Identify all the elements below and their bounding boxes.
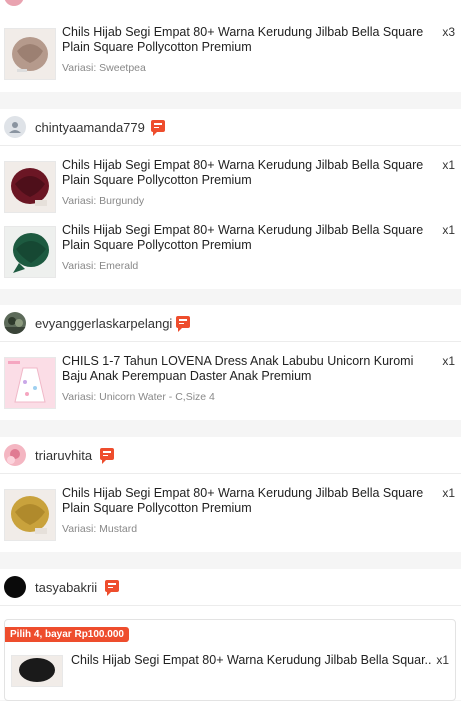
- order-item[interactable]: Chils Hijab Segi Empat 80+ Warna Kerudun…: [0, 158, 461, 220]
- chat-icon[interactable]: [105, 580, 119, 596]
- item-quantity: x1: [442, 223, 455, 237]
- order-card-2: Chils Hijab Segi Empat 80+ Warna Kerudun…: [0, 146, 461, 289]
- order-item[interactable]: Chils Hijab Segi Empat 80+ Warna Kerudun…: [0, 486, 461, 548]
- avatar[interactable]: [4, 576, 26, 598]
- order-header: triaruvhita: [0, 437, 461, 473]
- item-quantity: x1: [436, 653, 449, 667]
- username[interactable]: chintyaamanda779: [35, 120, 145, 135]
- avatar[interactable]: [4, 444, 26, 466]
- item-quantity: x1: [442, 354, 455, 368]
- order-item[interactable]: Chils Hijab Segi Empat 80+ Warna Kerudun…: [5, 653, 455, 693]
- order-card-1: Chils Hijab Segi Empat 80+ Warna Kerudun…: [0, 0, 461, 92]
- product-thumbnail: [4, 489, 56, 541]
- item-variation: Variasi: Burgundy: [62, 195, 145, 207]
- product-title: Chils Hijab Segi Empat 80+ Warna Kerudun…: [62, 223, 424, 252]
- chat-icon[interactable]: [100, 448, 114, 464]
- product-thumbnail: [11, 655, 63, 687]
- chat-icon[interactable]: [151, 120, 165, 136]
- order-header: evyanggerlaskarpelangi: [0, 305, 461, 341]
- order-item[interactable]: CHILS 1-7 Tahun LOVENA Dress Anak Labubu…: [0, 354, 461, 416]
- product-thumbnail: [4, 357, 56, 409]
- bundle-promo-box: Pilih 4, bayar Rp100.000 Chils Hijab Seg…: [4, 619, 456, 701]
- product-thumbnail: [4, 226, 56, 278]
- product-title: Chils Hijab Segi Empat 80+ Warna Kerudun…: [62, 158, 424, 187]
- username[interactable]: triaruvhita: [35, 448, 92, 463]
- product-title: CHILS 1-7 Tahun LOVENA Dress Anak Labubu…: [62, 354, 414, 383]
- order-header: tasyabakrii: [0, 569, 461, 605]
- avatar[interactable]: [4, 312, 26, 334]
- avatar[interactable]: [4, 0, 24, 6]
- order-item[interactable]: Chils Hijab Segi Empat 80+ Warna Kerudun…: [0, 223, 461, 285]
- item-quantity: x1: [442, 486, 455, 500]
- item-quantity: x3: [442, 25, 455, 39]
- product-title: Chils Hijab Segi Empat 80+ Warna Kerudun…: [62, 486, 424, 515]
- username[interactable]: evyanggerlaskarpelangi: [35, 316, 172, 331]
- promo-badge: Pilih 4, bayar Rp100.000: [5, 627, 129, 642]
- chat-icon[interactable]: [176, 316, 190, 332]
- order-card-3: CHILS 1-7 Tahun LOVENA Dress Anak Labubu…: [0, 342, 461, 420]
- item-variation: Variasi: Mustard: [62, 523, 138, 535]
- item-variation: Variasi: Sweetpea: [62, 62, 146, 74]
- product-thumbnail: [4, 161, 56, 213]
- username[interactable]: tasyabakrii: [35, 580, 97, 595]
- product-thumbnail: [4, 28, 56, 80]
- product-title: Chils Hijab Segi Empat 80+ Warna Kerudun…: [62, 25, 424, 54]
- order-item[interactable]: Chils Hijab Segi Empat 80+ Warna Kerudun…: [0, 25, 461, 87]
- product-title: Chils Hijab Segi Empat 80+ Warna Kerudun…: [71, 653, 431, 667]
- item-variation: Variasi: Unicorn Water - C,Size 4: [62, 391, 215, 403]
- order-card-5: Pilih 4, bayar Rp100.000 Chils Hijab Seg…: [0, 606, 461, 701]
- order-header: chintyaamanda779: [0, 109, 461, 145]
- user-placeholder-icon[interactable]: [4, 116, 26, 138]
- order-card-4: Chils Hijab Segi Empat 80+ Warna Kerudun…: [0, 474, 461, 552]
- username-cropped: [32, 0, 152, 2]
- item-quantity: x1: [442, 158, 455, 172]
- item-variation: Variasi: Emerald: [62, 260, 139, 272]
